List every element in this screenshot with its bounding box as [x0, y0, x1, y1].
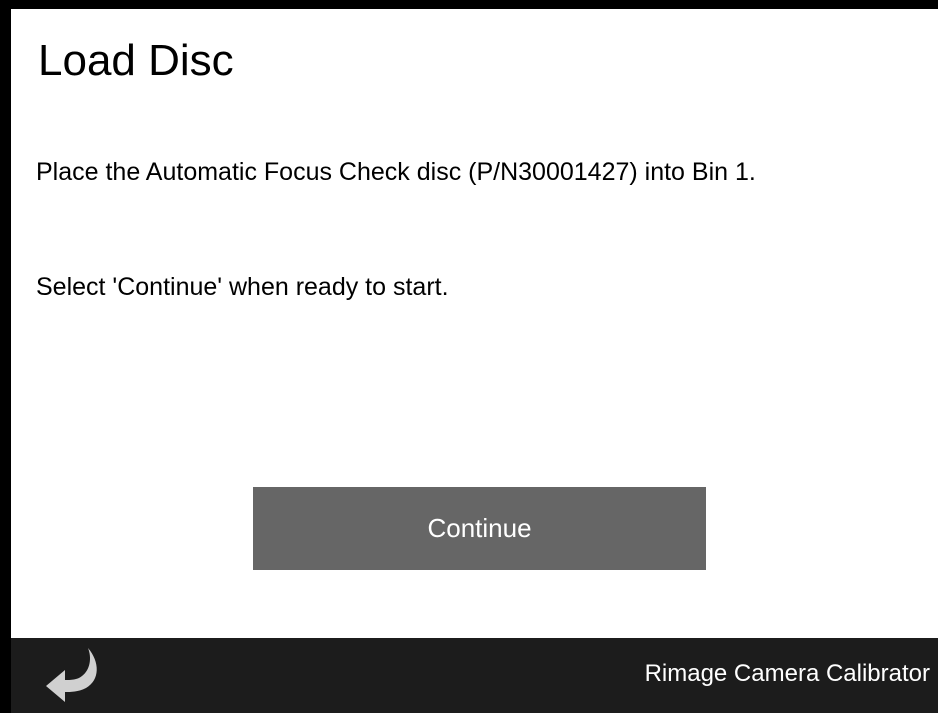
page-title: Load Disc: [38, 36, 234, 85]
return-arrow-icon: [46, 648, 97, 702]
prompt-text: Select 'Continue' when ready to start.: [36, 273, 449, 301]
footer-bar: Rimage Camera Calibrator: [11, 638, 938, 713]
continue-button[interactable]: Continue: [253, 487, 706, 570]
instruction-text: Place the Automatic Focus Check disc (P/…: [36, 158, 756, 186]
device-frame: Load Disc Place the Automatic Focus Chec…: [0, 0, 938, 713]
app-name: Rimage Camera Calibrator: [644, 660, 930, 687]
dialog-screen: Load Disc Place the Automatic Focus Chec…: [11, 9, 938, 638]
back-button[interactable]: [39, 642, 105, 708]
